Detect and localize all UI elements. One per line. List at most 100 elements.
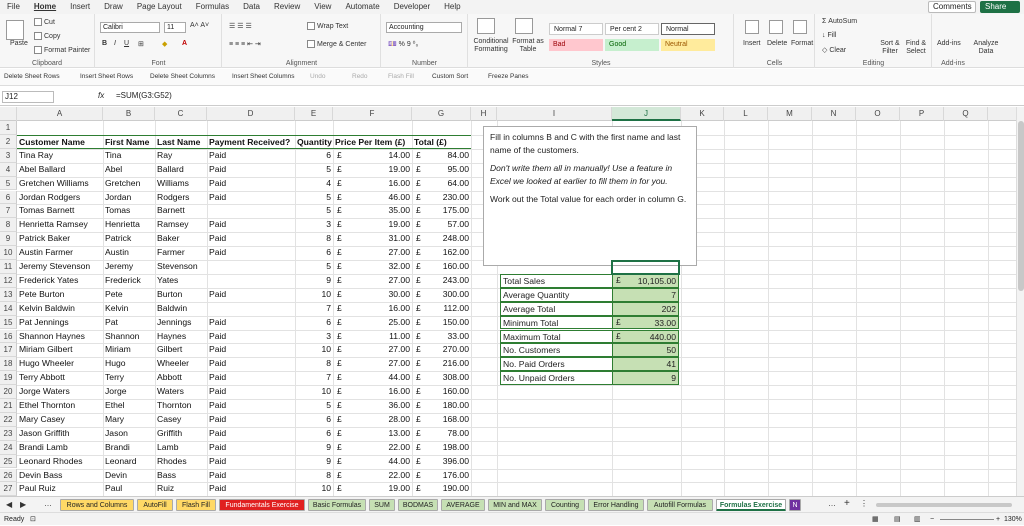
column-header-m[interactable]: M (768, 107, 812, 121)
insert-cells-button[interactable]: Insert (743, 40, 761, 47)
customer-name-cell[interactable]: Patrick Baker (17, 232, 103, 246)
find-select-button[interactable]: Find & Select (904, 40, 928, 56)
font-size-select[interactable]: 11 (164, 22, 186, 33)
price-cell[interactable]: 27.00 (333, 357, 412, 371)
formula-input[interactable]: =SUM(G3:G52) (116, 91, 172, 100)
format-painter-button[interactable]: Format Painter (34, 46, 90, 54)
first-name-cell[interactable]: Frederick (103, 274, 155, 288)
sheet-tab-min-and-max[interactable]: MIN and MAX (488, 499, 542, 511)
quantity-cell[interactable]: 8 (295, 232, 333, 246)
quick-freeze-panes-button[interactable]: Freeze Panes (488, 73, 528, 80)
column-header-e[interactable]: E (295, 107, 333, 121)
price-cell[interactable]: 14.00 (333, 149, 412, 163)
quantity-cell[interactable]: 10 (295, 385, 333, 399)
column-header-h[interactable]: H (471, 107, 497, 121)
row-header[interactable]: 20 (0, 385, 17, 399)
payment-cell[interactable]: Paid (207, 232, 295, 246)
sheet-tab-rows-and-columns[interactable]: Rows and Columns (60, 499, 134, 511)
price-cell[interactable]: 36.00 (333, 399, 412, 413)
row-header[interactable]: 22 (0, 412, 17, 427)
first-name-cell[interactable]: Patrick (103, 232, 155, 246)
payment-cell[interactable]: Paid (207, 413, 295, 427)
quantity-cell[interactable]: 9 (295, 455, 333, 469)
quick-undo-button[interactable]: Undo (310, 73, 326, 80)
quantity-cell[interactable]: 8 (295, 357, 333, 371)
customer-name-cell[interactable]: Abel Ballard (17, 163, 103, 177)
customer-name-cell[interactable]: Gretchen Williams (17, 177, 103, 191)
addins-button[interactable]: Add-ins (937, 40, 961, 47)
last-name-cell[interactable]: Yates (155, 274, 207, 288)
vertical-scrollbar[interactable] (1016, 107, 1024, 496)
select-all-corner[interactable] (0, 107, 17, 121)
header-cell[interactable]: Customer Name (17, 134, 103, 149)
payment-cell[interactable]: Paid (207, 288, 295, 302)
last-name-cell[interactable]: Haynes (155, 330, 207, 344)
zoom-level[interactable]: 130% (1004, 513, 1022, 526)
stat-value[interactable]: 9 (612, 371, 679, 386)
prev-sheet-icon[interactable]: ◀ (6, 500, 12, 509)
first-name-cell[interactable]: Brandi (103, 441, 155, 455)
clear-button[interactable]: ◇ Clear (822, 46, 846, 54)
payment-cell[interactable]: Paid (207, 177, 295, 191)
total-cell[interactable]: 198.00 (412, 441, 471, 455)
conditional-formatting-button[interactable]: Conditional Formatting (473, 38, 509, 54)
last-name-cell[interactable]: Farmer (155, 246, 207, 260)
row-header[interactable]: 17 (0, 343, 17, 358)
stat-value[interactable]: 41 (612, 357, 679, 372)
price-cell[interactable]: 22.00 (333, 441, 412, 455)
last-name-cell[interactable]: Bass (155, 469, 207, 483)
sheet-tab-autofill[interactable]: AutoFill (137, 499, 173, 511)
last-name-cell[interactable]: Ballard (155, 163, 207, 177)
style-neutral[interactable]: Neutral (661, 39, 715, 51)
payment-cell[interactable]: Paid (207, 149, 295, 163)
menu-tab-page-layout[interactable]: Page Layout (130, 0, 189, 14)
column-header-a[interactable]: A (17, 107, 103, 121)
stat-label[interactable]: Average Quantity (500, 287, 612, 302)
menu-tab-formulas[interactable]: Formulas (189, 0, 236, 14)
quantity-cell[interactable]: 6 (295, 246, 333, 260)
price-cell[interactable]: 44.00 (333, 371, 412, 385)
total-cell[interactable]: 112.00 (412, 302, 471, 316)
total-cell[interactable]: 168.00 (412, 413, 471, 427)
quick-custom-sort-button[interactable]: Custom Sort (432, 73, 468, 80)
last-name-cell[interactable]: Baldwin (155, 302, 207, 316)
payment-cell[interactable]: Paid (207, 316, 295, 330)
total-cell[interactable]: 175.00 (412, 204, 471, 218)
quick-insert-sheet-rows-button[interactable]: Insert Sheet Rows (80, 73, 133, 80)
payment-cell[interactable]: Paid (207, 191, 295, 205)
column-header-o[interactable]: O (856, 107, 900, 121)
last-name-cell[interactable]: Stevenson (155, 260, 207, 274)
row-header[interactable]: 24 (0, 440, 17, 455)
menu-tab-home[interactable]: Home (27, 0, 63, 14)
comments-button[interactable]: Comments (928, 1, 976, 13)
quantity-cell[interactable]: 7 (295, 302, 333, 316)
first-name-cell[interactable]: Terry (103, 371, 155, 385)
sheet-tab-basic-formulas[interactable]: Basic Formulas (308, 499, 366, 511)
column-header-f[interactable]: F (333, 107, 412, 121)
last-name-cell[interactable]: Wheeler (155, 357, 207, 371)
stat-label[interactable]: Minimum Total (500, 315, 612, 330)
first-name-cell[interactable]: Jordan (103, 191, 155, 205)
stat-value[interactable]: 440.00 (612, 329, 679, 344)
price-cell[interactable]: 19.00 (333, 163, 412, 177)
first-name-cell[interactable]: Ethel (103, 399, 155, 413)
menu-tab-file[interactable]: File (0, 0, 27, 14)
payment-cell[interactable]: Paid (207, 399, 295, 413)
last-name-cell[interactable]: Williams (155, 177, 207, 191)
first-name-cell[interactable]: Kelvin (103, 302, 155, 316)
total-cell[interactable]: 150.00 (412, 316, 471, 330)
header-cell[interactable]: Payment Received? (207, 134, 295, 149)
payment-cell[interactable]: Paid (207, 371, 295, 385)
quantity-cell[interactable]: 6 (295, 413, 333, 427)
customer-name-cell[interactable]: Kelvin Baldwin (17, 302, 103, 316)
total-cell[interactable]: 270.00 (412, 343, 471, 357)
total-cell[interactable]: 230.00 (412, 191, 471, 205)
sheet-tab-counting[interactable]: Counting (545, 499, 585, 511)
last-name-cell[interactable]: Burton (155, 288, 207, 302)
last-name-cell[interactable]: Thornton (155, 399, 207, 413)
stat-value[interactable]: 50 (612, 343, 679, 358)
sort-filter-button[interactable]: Sort & Filter (878, 40, 902, 56)
row-header[interactable]: 2 (0, 134, 17, 149)
header-cell[interactable]: First Name (103, 134, 155, 149)
total-cell[interactable]: 190.00 (412, 482, 471, 496)
